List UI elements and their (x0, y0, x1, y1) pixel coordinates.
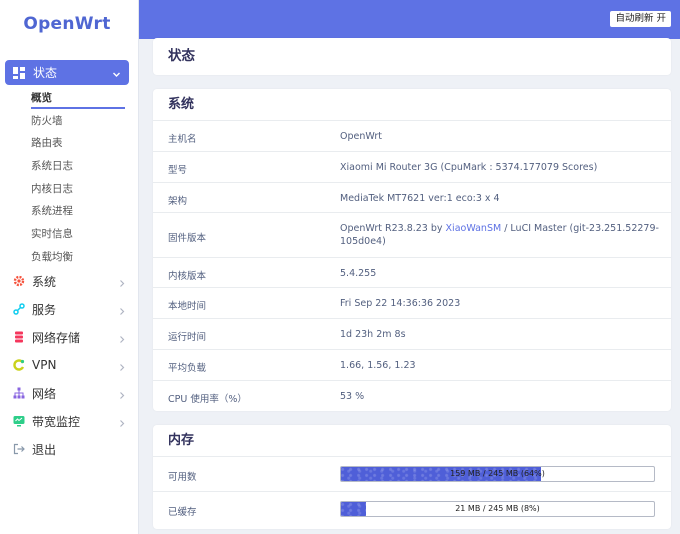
row-value: OpenWrt (340, 131, 382, 142)
row-value: MediaTek MT7621 ver:1 eco:3 x 4 (340, 193, 500, 204)
row-value: 1d 23h 2m 8s (340, 329, 406, 340)
sidebar-item-nas[interactable]: 网络存储 (13, 325, 126, 349)
memory-section-title: 内存 (168, 433, 195, 448)
sidebar-item-label: 带宽监控 (32, 414, 81, 429)
sidebar-item-services[interactable]: 服务 (13, 297, 126, 321)
row-key: 主机名 (168, 134, 197, 145)
chevron-right-icon (118, 277, 126, 287)
table-row: 运行时间 1d 23h 2m 8s (153, 318, 671, 349)
brand-logo[interactable]: OpenWrt (0, 14, 134, 34)
sidebar-item-label: 网络 (32, 386, 57, 401)
sidebar-item-label: 服务 (32, 302, 57, 317)
sidebar-item-vpn[interactable]: VPN (13, 353, 126, 377)
row-key: 运行时间 (168, 332, 207, 343)
memory-available-bar: 159 MB / 245 MB (64%) (340, 466, 655, 482)
row-value: Xiaomi Mi Router 3G (CpuMark : 5374.1770… (340, 162, 598, 173)
firmware-prefix: OpenWrt R23.8.23 by (340, 223, 446, 234)
sidebar-item-network[interactable]: 网络 (13, 381, 126, 405)
auto-refresh-toggle[interactable]: 自动刷新 开 (610, 11, 671, 27)
row-key: 内核版本 (168, 271, 207, 282)
row-value: 1.66, 1.56, 1.23 (340, 360, 416, 371)
chevron-right-icon (118, 333, 126, 343)
sidebar-item-label: 系统 (32, 274, 57, 289)
submenu-overview[interactable]: 概览 (31, 88, 125, 109)
logout-icon (13, 443, 25, 455)
chevron-right-icon (118, 361, 126, 371)
chevron-right-icon (118, 305, 126, 315)
vpn-icon (13, 359, 25, 371)
submenu-system-log[interactable]: 系统日志 (31, 156, 125, 179)
submenu-realtime[interactable]: 实时信息 (31, 224, 125, 247)
sitemap-icon (13, 387, 25, 399)
top-bar: 自动刷新 开 (139, 0, 680, 39)
progress-text: 21 MB / 245 MB (8%) (455, 504, 540, 513)
table-row: 架构 MediaTek MT7621 ver:1 eco:3 x 4 (153, 182, 671, 212)
sidebar-item-bandwidth[interactable]: 带宽监控 (13, 409, 126, 433)
table-row: CPU 使用率（%） 53 % (153, 380, 671, 411)
table-row: 主机名 OpenWrt (153, 120, 671, 151)
row-key: 架构 (168, 196, 188, 207)
row-key: CPU 使用率（%） (168, 394, 247, 405)
row-key: 型号 (168, 165, 188, 176)
sidebar-item-label: 网络存储 (32, 330, 81, 345)
submenu-firewall[interactable]: 防火墙 (31, 111, 125, 134)
chevron-right-icon (118, 417, 126, 427)
table-row: 内核版本 5.4.255 (153, 257, 671, 287)
table-row: 型号 Xiaomi Mi Router 3G (CpuMark : 5374.1… (153, 151, 671, 182)
sidebar-item-system[interactable]: 系统 (13, 269, 126, 293)
sidebar-item-label: 退出 (32, 442, 57, 457)
row-value: Fri Sep 22 14:36:36 2023 (340, 298, 461, 309)
progress-text: 159 MB / 245 MB (64%) (450, 469, 545, 478)
row-key: 固件版本 (168, 233, 207, 244)
memory-card: 内存 可用数 159 MB / 245 MB (64%) 已缓存 21 MB /… (153, 425, 671, 529)
chevron-right-icon (118, 389, 126, 399)
submenu-processes[interactable]: 系统进程 (31, 201, 125, 224)
page-title: 状态 (168, 48, 195, 64)
row-key: 可用数 (168, 472, 197, 483)
sidebar-item-label: 状态 (33, 66, 58, 80)
row-key: 已缓存 (168, 507, 197, 518)
submenu-kernel-log[interactable]: 内核日志 (31, 179, 125, 202)
status-submenu: 概览 防火墙 路由表 系统日志 内核日志 系统进程 实时信息 负载均衡 (31, 88, 125, 270)
row-value: OpenWrt R23.8.23 by XiaoWanSM / LuCI Mas… (340, 222, 660, 248)
submenu-load-balancing[interactable]: 负载均衡 (31, 247, 125, 270)
author-link[interactable]: XiaoWanSM (446, 223, 502, 234)
sidebar-item-status[interactable]: 状态 (5, 60, 129, 85)
gear-icon (13, 275, 25, 287)
table-row: 已缓存 21 MB / 245 MB (8%) (153, 491, 671, 526)
row-key: 本地时间 (168, 301, 207, 312)
sidebar-item-label: VPN (32, 358, 57, 372)
system-section-title: 系统 (168, 97, 195, 112)
table-row: 本地时间 Fri Sep 22 14:36:36 2023 (153, 287, 671, 318)
dashboard-icon (13, 66, 25, 79)
sidebar-item-logout[interactable]: 退出 (13, 437, 126, 461)
row-value: 53 % (340, 391, 365, 402)
memory-cached-bar: 21 MB / 245 MB (8%) (340, 501, 655, 517)
row-value: 5.4.255 (340, 268, 377, 279)
system-card: 系统 主机名 OpenWrt 型号 Xiaomi Mi Router 3G (C… (153, 89, 671, 411)
table-row: 固件版本 OpenWrt R23.8.23 by XiaoWanSM / LuC… (153, 212, 671, 257)
submenu-routes[interactable]: 路由表 (31, 133, 125, 156)
page-title-card: 状态 (153, 38, 671, 75)
chevron-down-icon (112, 68, 121, 77)
share-icon (13, 303, 25, 315)
monitor-icon (13, 415, 25, 427)
database-icon (13, 331, 25, 343)
row-key: 平均负载 (168, 363, 207, 374)
table-row: 平均负载 1.66, 1.56, 1.23 (153, 349, 671, 380)
sidebar: OpenWrt 状态 概览 防火墙 路由表 系统日志 内核日志 系统进程 实时信… (0, 0, 139, 534)
table-row: 可用数 159 MB / 245 MB (64%) (153, 456, 671, 491)
